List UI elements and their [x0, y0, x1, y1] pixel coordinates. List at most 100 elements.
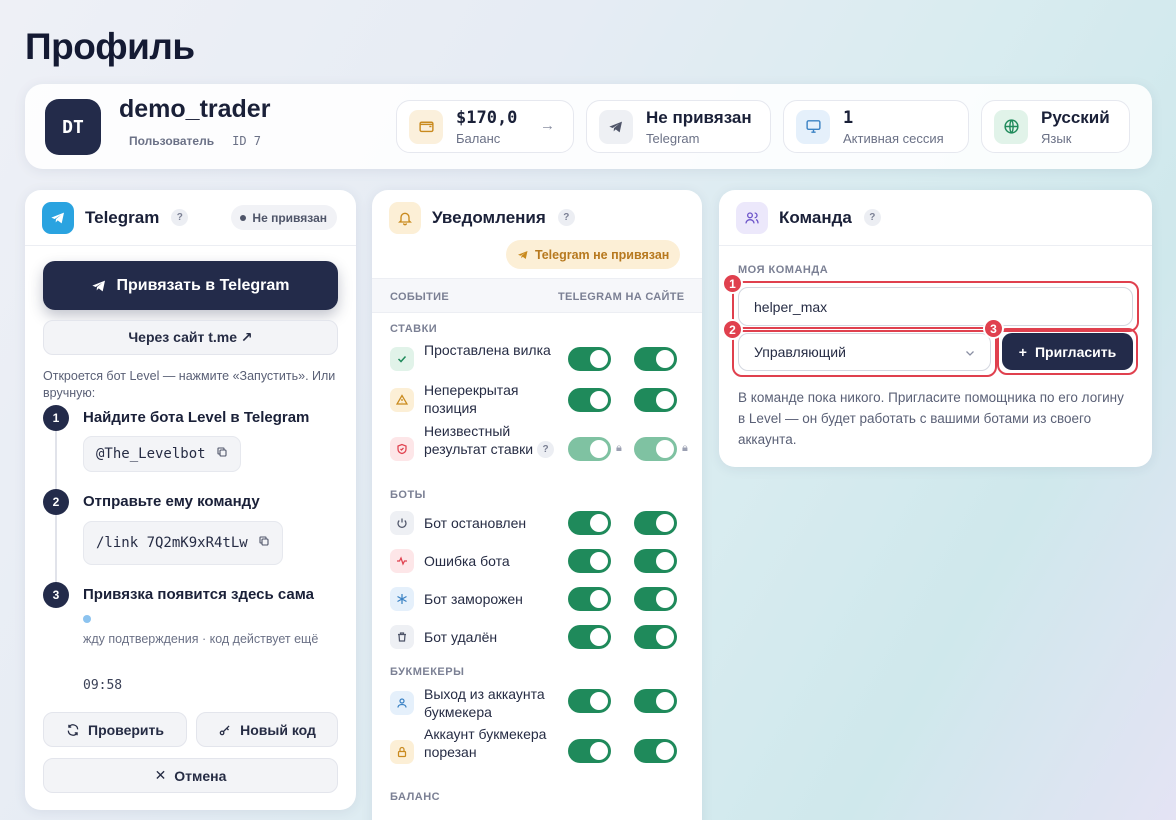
cancel-button-label: Отмена — [174, 767, 227, 784]
telegram-toggle[interactable] — [568, 347, 611, 371]
site-toggle[interactable] — [634, 587, 677, 611]
bell-icon — [389, 201, 421, 234]
help-icon[interactable]: ? — [537, 441, 554, 458]
telegram-toggle[interactable] — [568, 549, 611, 573]
status-badge: Не привязан — [231, 205, 337, 230]
site-toggle[interactable] — [634, 689, 677, 713]
language-value: Русский — [1041, 107, 1110, 127]
site-toggle[interactable] — [634, 625, 677, 649]
step-title: Привязка появится здесь сама — [83, 586, 315, 603]
bot-name-text: @The_Levelbot — [96, 446, 206, 462]
role-line: Пользователь ID 7 — [129, 134, 261, 148]
send-icon — [92, 280, 106, 291]
new-code-button-label: Новый код — [240, 721, 316, 738]
team-section-label: МОЯ КОМАНДА — [738, 264, 829, 276]
step-number: 1 — [43, 405, 69, 431]
annotation-badge-3: 3 — [983, 318, 1004, 339]
cancel-button[interactable]: ✕ Отмена — [43, 758, 338, 793]
wallet-icon — [409, 109, 443, 144]
globe-icon — [994, 109, 1028, 144]
telegram-status-label: Telegram — [646, 130, 700, 146]
notification-label: Аккаунт букмекера порезан — [424, 726, 547, 760]
lock-icon: 🔒︎ — [682, 442, 688, 454]
step-number: 2 — [43, 489, 69, 515]
help-icon[interactable]: ? — [863, 209, 881, 226]
notification-label: Бот удалён — [424, 629, 498, 645]
telegram-toggle[interactable] — [568, 388, 611, 412]
user-role: Пользователь — [129, 134, 215, 148]
column-channels: TELEGRAM НА САЙТЕ — [558, 291, 685, 303]
help-icon[interactable]: ? — [171, 209, 189, 226]
telegram-card-title: Telegram — [85, 207, 160, 227]
step-number: 3 — [43, 582, 69, 608]
group-label-bots: БОТЫ — [390, 489, 426, 501]
telegram-status-value: Не привязан — [646, 107, 752, 127]
language-label: Язык — [1041, 130, 1072, 146]
check-button[interactable]: Проверить — [43, 712, 187, 747]
site-toggle[interactable] — [634, 739, 677, 763]
highlight-invite — [997, 328, 1138, 375]
notification-label: Проставлена вилка — [424, 342, 551, 358]
notifications-card-title: Уведомления — [432, 207, 546, 227]
site-toggle[interactable] — [634, 388, 677, 412]
team-icon — [736, 201, 768, 234]
code-timer: 09:58 — [83, 678, 123, 693]
balance-stat[interactable]: $170,0 Баланс → — [396, 100, 574, 153]
page-title: Профиль — [25, 26, 195, 67]
step-connector — [55, 515, 57, 585]
group-label-bookmakers: БУКМЕКЕРЫ — [390, 666, 465, 678]
notification-label: Выход из аккаунта букмекера — [424, 686, 545, 720]
telegram-toggle-locked — [568, 437, 611, 461]
telegram-toggle[interactable] — [568, 689, 611, 713]
telegram-warning-text: Telegram не привязан — [535, 247, 670, 262]
link-telegram-button[interactable]: Привязать в Telegram — [43, 261, 338, 310]
key-icon — [219, 724, 230, 735]
telegram-warning-badge: Telegram не привязан — [506, 240, 681, 269]
highlight-login — [732, 281, 1139, 332]
power-icon — [390, 511, 414, 535]
refresh-icon — [67, 723, 79, 736]
link-command-text: /link 7Q2mK9xR4tLw — [96, 535, 248, 551]
status-dot — [240, 214, 247, 221]
sessions-value: 1 — [843, 107, 854, 128]
divider — [719, 245, 1152, 246]
group-label-balance: БАЛАНС — [390, 791, 441, 803]
balance-label: Баланс — [456, 130, 501, 146]
snowflake-icon — [390, 587, 414, 611]
copy-icon[interactable] — [258, 535, 270, 551]
telegram-toggle[interactable] — [568, 739, 611, 763]
site-toggle[interactable] — [634, 511, 677, 535]
notifications-columns-header: СОБЫТИЕ TELEGRAM НА САЙТЕ — [372, 278, 702, 313]
user-id: ID 7 — [232, 134, 262, 148]
site-toggle[interactable] — [634, 347, 677, 371]
site-toggle[interactable] — [634, 549, 677, 573]
username: demo_trader — [119, 95, 271, 123]
monitor-icon — [796, 109, 830, 144]
help-icon[interactable]: ? — [557, 209, 575, 226]
new-code-button[interactable]: Новый код — [196, 712, 338, 747]
language-stat[interactable]: Русский Язык — [981, 100, 1130, 153]
via-site-button[interactable]: Через сайт t.me ↗ — [43, 320, 338, 355]
check-icon — [390, 347, 414, 371]
sessions-stat[interactable]: 1 Активная сессия — [783, 100, 969, 153]
warning-icon — [390, 388, 414, 412]
bot-name-code[interactable]: @The_Levelbot — [83, 436, 241, 472]
send-icon — [518, 250, 528, 259]
waiting-text: жду подтверждения · код действует ещё — [83, 632, 319, 646]
notification-label: Неперекрытая позиция — [424, 382, 519, 416]
column-event: СОБЫТИЕ — [390, 291, 449, 303]
check-button-label: Проверить — [88, 721, 164, 738]
telegram-toggle[interactable] — [568, 511, 611, 535]
team-card-title: Команда — [779, 207, 852, 227]
telegram-stat[interactable]: Не привязан Telegram — [586, 100, 771, 153]
telegram-toggle[interactable] — [568, 587, 611, 611]
step-title: Найдите бота Level в Telegram — [83, 409, 310, 426]
lock-icon — [390, 740, 414, 764]
copy-icon[interactable] — [216, 446, 228, 462]
lock-icon: 🔒︎ — [616, 442, 622, 454]
link-command-code[interactable]: /link 7Q2mK9xR4tLw — [83, 521, 283, 565]
telegram-toggle[interactable] — [568, 625, 611, 649]
annotation-badge-2: 2 — [722, 319, 743, 340]
telegram-card: Telegram ? Не привязан Привязать в Teleg… — [25, 190, 356, 810]
balance-value: $170,0 — [456, 107, 518, 128]
